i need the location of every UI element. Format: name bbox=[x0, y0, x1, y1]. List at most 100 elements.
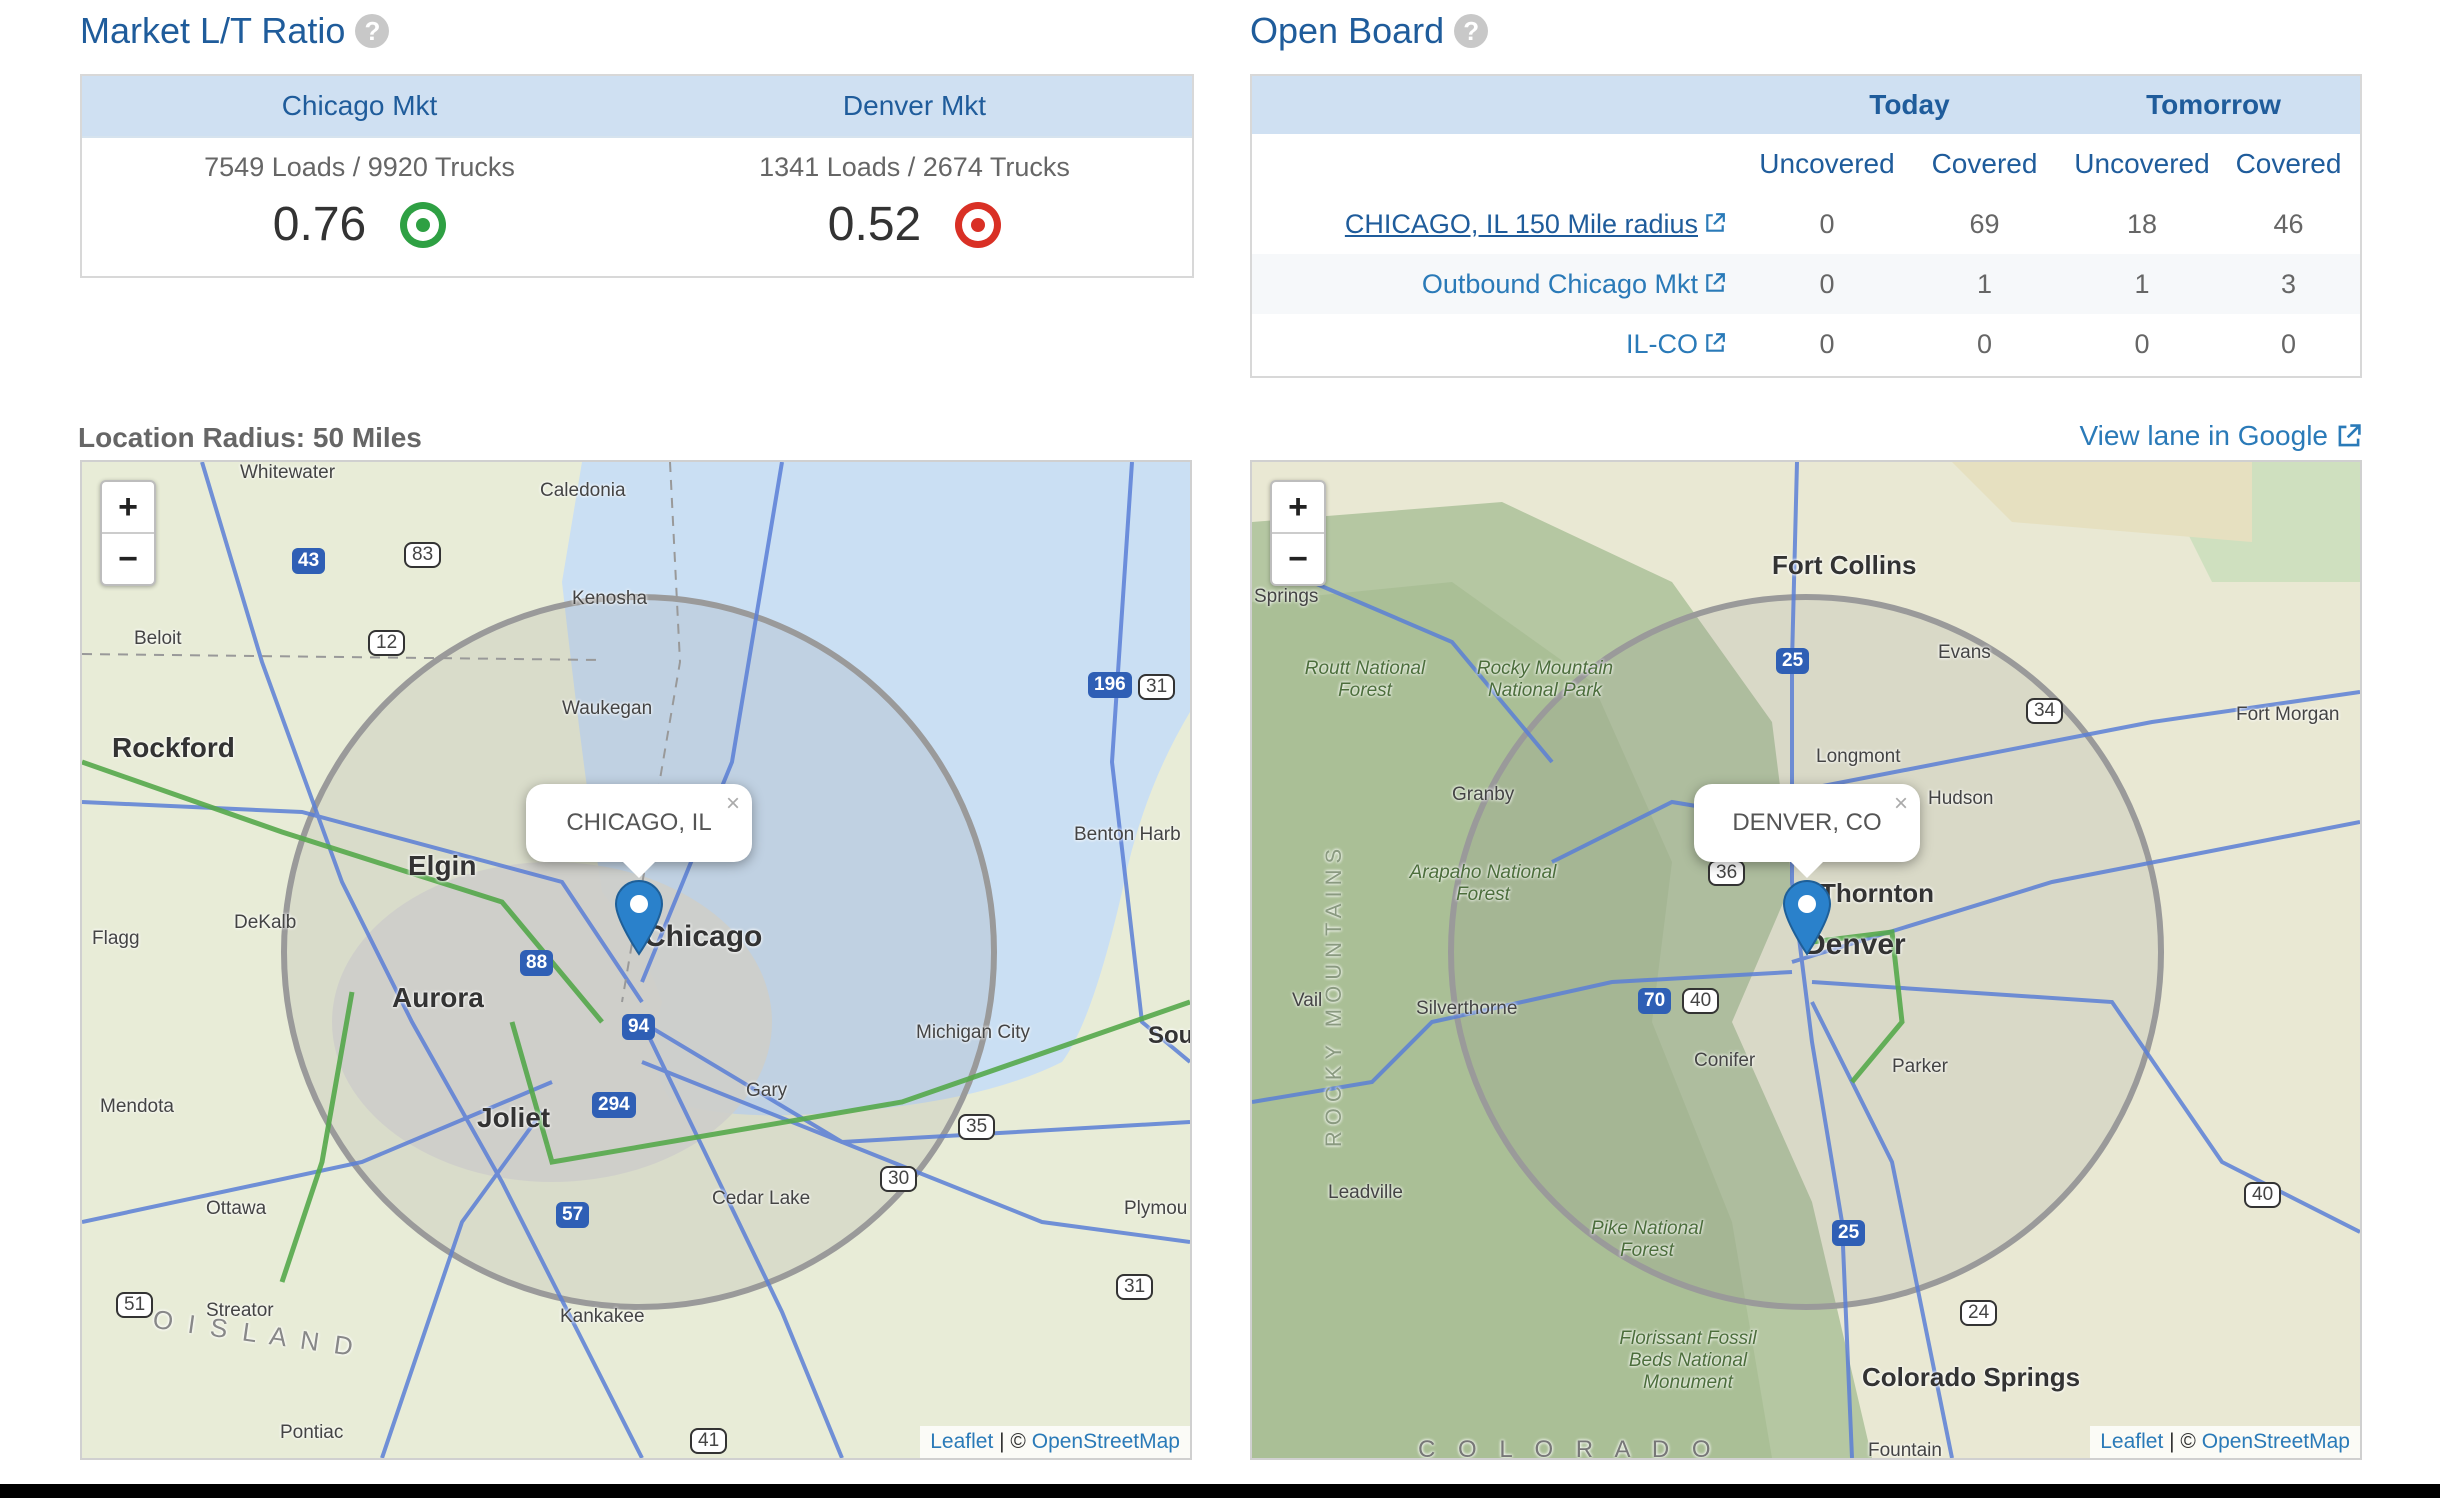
park-label: Rocky Mountain National Park bbox=[1476, 658, 1614, 701]
highway-shield-icon: 35 bbox=[958, 1114, 996, 1140]
cell-value: 1 bbox=[2067, 254, 2217, 314]
leaflet-link[interactable]: Leaflet bbox=[2100, 1430, 2163, 1453]
lane-link[interactable]: CHICAGO, IL 150 Mile radius bbox=[1252, 194, 1752, 254]
bottom-border bbox=[0, 1484, 2440, 1498]
view-lane-google-link[interactable]: View lane in Google bbox=[2079, 420, 2362, 452]
help-icon[interactable]: ? bbox=[355, 14, 390, 48]
city-label: Fort Collins bbox=[1772, 550, 1917, 580]
town-label: Hudson bbox=[1928, 788, 1994, 809]
map-attribution: Leaflet | © OpenStreetMap bbox=[920, 1426, 1190, 1458]
highway-shield-icon: 31 bbox=[1138, 674, 1176, 700]
town-label: Mendota bbox=[100, 1096, 174, 1117]
close-icon[interactable]: × bbox=[1894, 790, 1908, 818]
interstate-shield-icon: 196 bbox=[1088, 672, 1132, 698]
town-label: Pontiac bbox=[280, 1422, 344, 1443]
zoom-control: + − bbox=[1270, 480, 1326, 586]
lane-link[interactable]: IL-CO bbox=[1252, 314, 1752, 374]
interstate-shield-icon: 70 bbox=[1638, 988, 1672, 1014]
lt-ratio-card: Chicago Mkt Denver Mkt 7549 Loads / 9920… bbox=[80, 74, 1194, 278]
cell-value: 0 bbox=[2134, 328, 2150, 359]
lane-link[interactable]: Outbound Chicago Mkt bbox=[1252, 254, 1752, 314]
table-row: CHICAGO, IL 150 Mile radius 0 69 18 46 bbox=[1252, 194, 2360, 254]
city-label: Rockford bbox=[112, 732, 235, 763]
map-marker-icon[interactable] bbox=[614, 880, 664, 956]
market-ratio: 0.76 bbox=[272, 198, 367, 251]
table-row: IL-CO 0 0 0 0 bbox=[1252, 314, 2360, 374]
market-name-denver: Denver Mkt bbox=[842, 90, 987, 121]
denver-map[interactable]: Denver Fort Collins Springs Thornton Col… bbox=[1250, 460, 2362, 1460]
zoom-control: + − bbox=[100, 480, 156, 586]
zoom-in-button[interactable]: + bbox=[1272, 482, 1324, 532]
map-attribution: Leaflet | © OpenStreetMap bbox=[2090, 1426, 2360, 1458]
highway-shield-icon: 36 bbox=[1708, 860, 1746, 886]
cell-value: 0 bbox=[1752, 254, 1902, 314]
interstate-shield-icon: 57 bbox=[556, 1202, 590, 1228]
zoom-out-button[interactable]: − bbox=[102, 532, 154, 584]
interstate-shield-icon: 88 bbox=[520, 950, 554, 976]
highway-shield-icon: 30 bbox=[880, 1166, 918, 1192]
leaflet-link[interactable]: Leaflet bbox=[930, 1430, 993, 1453]
city-label: Elgin bbox=[408, 850, 477, 881]
market-name-chicago: Chicago Mkt bbox=[281, 90, 438, 121]
group-today: Today bbox=[1752, 76, 2067, 134]
town-label: Parker bbox=[1892, 1056, 1948, 1077]
close-icon[interactable]: × bbox=[726, 790, 740, 818]
col-covered: Covered bbox=[2235, 148, 2342, 179]
town-label: Gary bbox=[746, 1080, 788, 1101]
town-label: Benton Harb bbox=[1074, 824, 1181, 845]
town-label: Kenosha bbox=[572, 588, 648, 609]
town-label: Springs bbox=[1254, 586, 1319, 607]
highway-shield-icon: 34 bbox=[2026, 698, 2064, 724]
forest-label: Arapaho National Forest bbox=[1409, 862, 1557, 905]
zoom-in-button[interactable]: + bbox=[102, 482, 154, 532]
col-covered: Covered bbox=[1931, 148, 2038, 179]
target-green-icon bbox=[400, 201, 447, 248]
interstate-shield-icon: 94 bbox=[622, 1014, 656, 1040]
interstate-shield-icon: 43 bbox=[292, 548, 326, 574]
town-label: Michigan City bbox=[916, 1022, 1031, 1043]
table-row: Outbound Chicago Mkt 0 1 1 3 bbox=[1252, 254, 2360, 314]
location-popup: CHICAGO, IL × bbox=[526, 784, 752, 878]
openboard-table-card: Today Tomorrow Uncovered Covered Uncover… bbox=[1250, 74, 2362, 378]
openboard-title: Open Board ? bbox=[1250, 10, 1489, 52]
town-label: Conifer bbox=[1694, 1050, 1756, 1071]
town-label: Fountain bbox=[1868, 1440, 1942, 1460]
map-marker-icon[interactable] bbox=[1782, 880, 1832, 956]
help-icon[interactable]: ? bbox=[1454, 14, 1489, 48]
zoom-out-button[interactable]: − bbox=[1272, 532, 1324, 584]
osm-link[interactable]: OpenStreetMap bbox=[2202, 1430, 2350, 1453]
col-uncovered: Uncovered bbox=[1759, 148, 1895, 179]
chicago-map[interactable]: Chicago Rockford Elgin Aurora Joliet Whi… bbox=[80, 460, 1192, 1460]
cell-value: 0 bbox=[1819, 208, 1835, 239]
highway-shield-icon: 51 bbox=[116, 1292, 154, 1318]
cell-value: 69 bbox=[1969, 208, 2000, 239]
city-label: Aurora bbox=[392, 982, 484, 1013]
town-label: Evans bbox=[1938, 642, 1991, 663]
header-spacer bbox=[1252, 76, 1752, 134]
osm-link[interactable]: OpenStreetMap bbox=[1032, 1430, 1180, 1453]
town-label: Leadville bbox=[1328, 1182, 1403, 1203]
popup-text: DENVER, CO bbox=[1732, 809, 1882, 836]
town-label: Cedar Lake bbox=[712, 1188, 811, 1209]
cell-value: 18 bbox=[2126, 208, 2158, 239]
town-label: Ottawa bbox=[206, 1198, 267, 1219]
town-label: Waukegan bbox=[562, 698, 653, 719]
highway-shield-icon: 31 bbox=[1116, 1274, 1154, 1300]
external-link-icon bbox=[1706, 212, 1725, 232]
city-label: Joliet bbox=[477, 1102, 551, 1133]
cell-value: 3 bbox=[2217, 254, 2360, 314]
city-label: Thornton bbox=[1820, 878, 1935, 908]
town-label: Fort Morgan bbox=[2236, 704, 2340, 725]
town-label: Granby bbox=[1452, 784, 1515, 805]
market-counts: 1341 Loads / 2674 Trucks bbox=[759, 152, 1070, 182]
location-popup: DENVER, CO × bbox=[1694, 784, 1920, 878]
cell-value: 0 bbox=[1819, 328, 1835, 359]
town-label: Flagg bbox=[92, 928, 140, 949]
highway-shield-icon: 12 bbox=[368, 630, 406, 656]
lt-header: Chicago Mkt Denver Mkt bbox=[82, 76, 1192, 138]
monument-label: Florissant Fossil Beds National Monument bbox=[1619, 1328, 1757, 1393]
highway-shield-icon: 41 bbox=[690, 1428, 728, 1454]
highway-shield-icon: 40 bbox=[1682, 988, 1720, 1014]
town-label: Kankakee bbox=[560, 1306, 645, 1327]
market-counts: 7549 Loads / 9920 Trucks bbox=[204, 152, 515, 182]
